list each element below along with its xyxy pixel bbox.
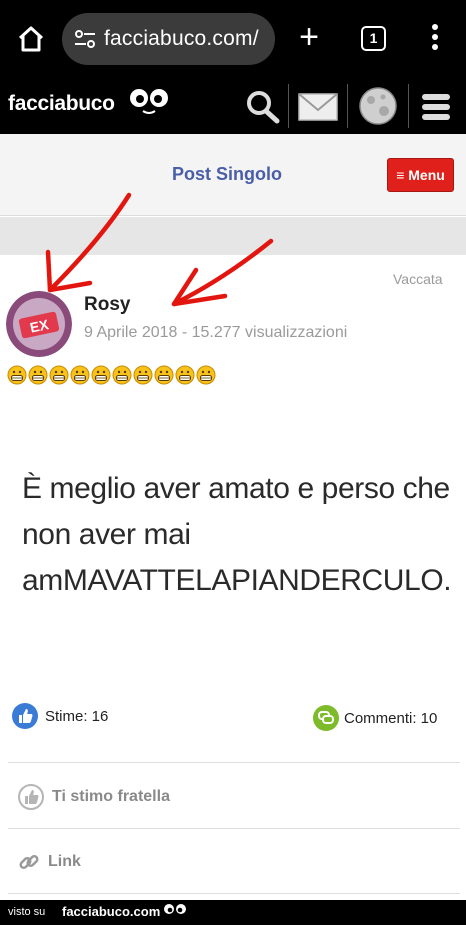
grimace-emoji-icon <box>154 365 174 385</box>
site-settings-icon[interactable] <box>74 29 96 49</box>
menu-button[interactable]: ≡ Menu <box>387 158 454 192</box>
address-bar[interactable]: facciabuco.com/ <box>62 13 275 65</box>
grimace-emoji-icon <box>175 365 195 385</box>
post-category[interactable]: Vaccata <box>393 271 443 287</box>
footer-site: facciabuco.com <box>62 904 161 919</box>
page-title: Post Singolo <box>172 164 282 184</box>
home-icon[interactable] <box>16 24 46 54</box>
author-avatar[interactable]: EX <box>6 291 72 357</box>
grimace-emoji-icon <box>112 365 132 385</box>
link-button[interactable]: Link <box>18 848 81 876</box>
likes-count: Stime: 16 <box>45 707 109 725</box>
footer-prefix: visto su <box>8 906 46 918</box>
post-meta: 9 Aprile 2018 - 15.277 visualizzazioni <box>84 324 348 341</box>
moon-avatar-icon[interactable] <box>358 86 398 126</box>
comments-button[interactable]: Commenti: 10 <box>313 705 437 731</box>
divider <box>8 893 460 894</box>
search-icon[interactable] <box>244 86 282 126</box>
divider <box>8 828 460 829</box>
divider <box>8 762 460 763</box>
hamburger-icon[interactable] <box>418 86 454 126</box>
url-text: facciabuco.com/ <box>104 27 259 50</box>
logo-eyes-icon <box>130 89 168 114</box>
new-tab-button[interactable]: + <box>293 20 325 54</box>
post-image: È meglio aver amato e perso che non aver… <box>22 466 462 604</box>
post-image-line: È meglio aver amato e perso che <box>22 472 450 505</box>
header-separator <box>347 84 348 128</box>
separator-strip <box>0 217 466 255</box>
grimace-emoji-icon <box>133 365 153 385</box>
post-title-bar: Post Singolo ≡ Menu <box>0 134 466 216</box>
grimace-emoji-icon <box>28 365 48 385</box>
header-separator <box>288 84 289 128</box>
thumbs-up-icon <box>18 784 44 810</box>
thumbs-up-icon <box>12 703 38 729</box>
grimace-emoji-icon <box>7 365 27 385</box>
annotation-arrow-head <box>171 267 228 307</box>
grimace-emoji-icon <box>49 365 69 385</box>
browser-menu-button[interactable] <box>428 24 442 54</box>
stima-label: Ti stimo fratella <box>52 788 170 805</box>
grimace-emoji-icon <box>91 365 111 385</box>
post-image-line: amMAVATTELAPIANDERCULO. <box>22 564 452 597</box>
grimace-emoji-icon <box>70 365 90 385</box>
tab-switcher-button[interactable]: 1 <box>361 26 386 51</box>
post-image-line: non aver mai <box>22 518 191 551</box>
logo-eyes-icon <box>164 904 186 914</box>
header-separator <box>408 84 409 128</box>
watermark-footer: visto su facciabuco.com <box>0 900 466 925</box>
site-logo[interactable]: facciabuco <box>8 92 115 116</box>
grimace-emoji-icon <box>196 365 216 385</box>
likes-button[interactable]: Stime: 16 <box>12 703 108 729</box>
site-header: facciabuco <box>0 78 466 134</box>
browser-toolbar: facciabuco.com/ + 1 <box>0 0 466 78</box>
emoji-row <box>7 365 216 385</box>
link-icon <box>19 854 39 870</box>
stima-button[interactable]: Ti stimo fratella <box>18 783 170 811</box>
author-name[interactable]: Rosy <box>84 294 130 316</box>
annotation-arrow-head <box>45 249 93 293</box>
comments-icon <box>313 705 339 731</box>
mail-icon[interactable] <box>296 86 340 126</box>
page: facciabuco.com/ + 1 facciabuco Post Sing… <box>0 0 466 925</box>
link-label: Link <box>48 853 81 870</box>
comments-count: Commenti: 10 <box>344 709 438 727</box>
